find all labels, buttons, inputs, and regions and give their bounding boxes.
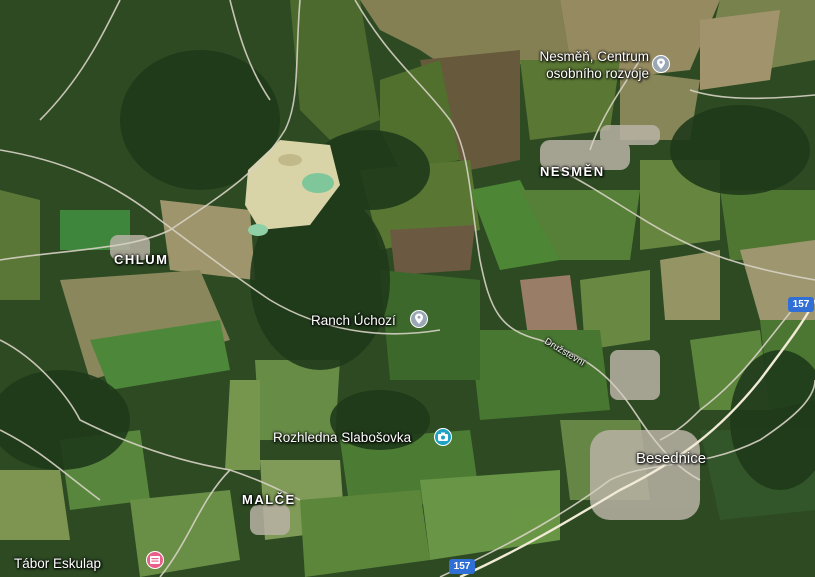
poi-label-rozhledna[interactable]: Rozhledna Slabošovka (273, 429, 411, 446)
camp-pin-icon[interactable] (146, 551, 164, 569)
poi-label-centrum[interactable]: Nesměň, Centrum osobního rozvoje (526, 48, 649, 82)
poi-label-centrum-line1: Nesměň, Centrum (539, 49, 649, 64)
poi-label-centrum-line2: osobního rozvoje (546, 66, 649, 81)
place-label-besednice[interactable]: Besednice (636, 450, 706, 467)
place-label-nesmen[interactable]: NESMĚN (540, 164, 605, 179)
poi-label-tabor[interactable]: Tábor Eskulap (14, 555, 101, 572)
map-pin-icon[interactable] (410, 310, 428, 328)
road-shield-157: 157 (788, 297, 814, 312)
poi-label-ranch[interactable]: Ranch Úchozí (311, 312, 396, 329)
place-label-chlum[interactable]: CHLUM (114, 252, 168, 267)
map-pin-icon[interactable] (652, 55, 670, 73)
camera-pin-icon[interactable] (434, 428, 452, 446)
road-shield-157: 157 (449, 559, 475, 574)
map-canvas[interactable]: NESMĚN CHLUM MALČE Besednice Družstevní … (0, 0, 815, 577)
satellite-imagery (0, 0, 815, 577)
place-label-malce[interactable]: MALČE (242, 492, 296, 507)
